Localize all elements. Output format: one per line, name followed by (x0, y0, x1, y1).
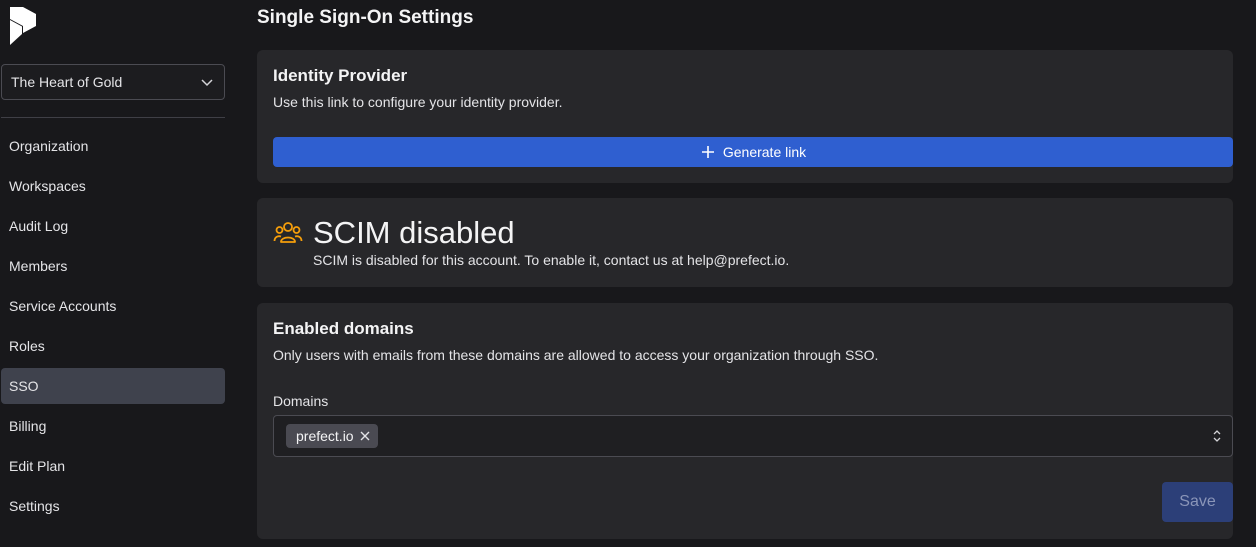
close-icon[interactable] (360, 431, 370, 441)
sidebar-item-organization[interactable]: Organization (1, 128, 225, 164)
scim-description: SCIM is disabled for this account. To en… (313, 252, 790, 268)
sidebar-item-label: Edit Plan (9, 458, 66, 474)
app-root: The Heart of Gold Organization Workspace… (0, 0, 1256, 547)
scim-text: SCIM disabled SCIM is disabled for this … (313, 214, 789, 268)
enabled-domains-description: Only users with emails from these domain… (273, 347, 879, 363)
sidebar: The Heart of Gold Organization Workspace… (0, 0, 241, 547)
enabled-domains-title: Enabled domains (273, 319, 414, 338)
sidebar-item-members[interactable]: Members (1, 248, 225, 284)
identity-provider-title: Identity Provider (273, 66, 408, 85)
sidebar-item-label: Settings (9, 498, 60, 514)
team-select-value: The Heart of Gold (11, 74, 123, 90)
sidebar-item-label: SSO (9, 378, 39, 394)
sidebar-item-label: Members (9, 258, 68, 274)
user-group-icon (273, 222, 303, 243)
generate-link-button[interactable]: Generate link (273, 137, 1233, 167)
sidebar-item-audit-log[interactable]: Audit Log (1, 208, 225, 244)
enabled-domains-card: Enabled domains Only users with emails f… (257, 303, 1233, 539)
domain-chip-label: prefect.io (296, 428, 354, 444)
sidebar-item-label: Workspaces (9, 178, 86, 194)
sidebar-item-label: Roles (9, 338, 45, 354)
sidebar-item-sso[interactable]: SSO (1, 368, 225, 404)
identity-provider-description: Use this link to configure your identity… (273, 94, 563, 110)
prefect-logo[interactable] (10, 7, 36, 45)
team-select[interactable]: The Heart of Gold (1, 64, 225, 100)
save-button[interactable]: Save (1162, 482, 1233, 522)
main-content: Single Sign-On Settings Identity Provide… (241, 0, 1256, 547)
domains-combobox[interactable]: prefect.io (273, 415, 1233, 457)
identity-provider-card: Identity Provider Use this link to confi… (257, 50, 1233, 183)
sidebar-item-workspaces[interactable]: Workspaces (1, 168, 225, 204)
scim-title: SCIM disabled (313, 215, 515, 250)
domain-chip: prefect.io (286, 424, 378, 448)
sidebar-item-service-accounts[interactable]: Service Accounts (1, 288, 225, 324)
sidebar-item-label: Organization (9, 138, 89, 154)
chevron-up-down-icon[interactable] (1212, 429, 1222, 443)
sidebar-divider (1, 117, 225, 118)
page-title: Single Sign-On Settings (257, 7, 474, 28)
plus-icon (701, 146, 714, 158)
sidebar-item-label: Audit Log (9, 218, 69, 234)
sidebar-item-billing[interactable]: Billing (1, 408, 225, 444)
sidebar-nav: Organization Workspaces Audit Log Member… (1, 128, 225, 528)
generate-link-label: Generate link (722, 144, 807, 160)
sidebar-item-settings[interactable]: Settings (1, 488, 225, 524)
domains-label: Domains (273, 393, 329, 409)
sidebar-item-label: Service Accounts (9, 298, 117, 314)
scim-row: SCIM disabled SCIM is disabled for this … (273, 214, 1217, 268)
sidebar-item-roles[interactable]: Roles (1, 328, 225, 364)
scim-card: SCIM disabled SCIM is disabled for this … (257, 198, 1233, 287)
chevron-down-icon (201, 79, 213, 87)
sidebar-item-edit-plan[interactable]: Edit Plan (1, 448, 225, 484)
sidebar-item-label: Billing (9, 418, 47, 434)
